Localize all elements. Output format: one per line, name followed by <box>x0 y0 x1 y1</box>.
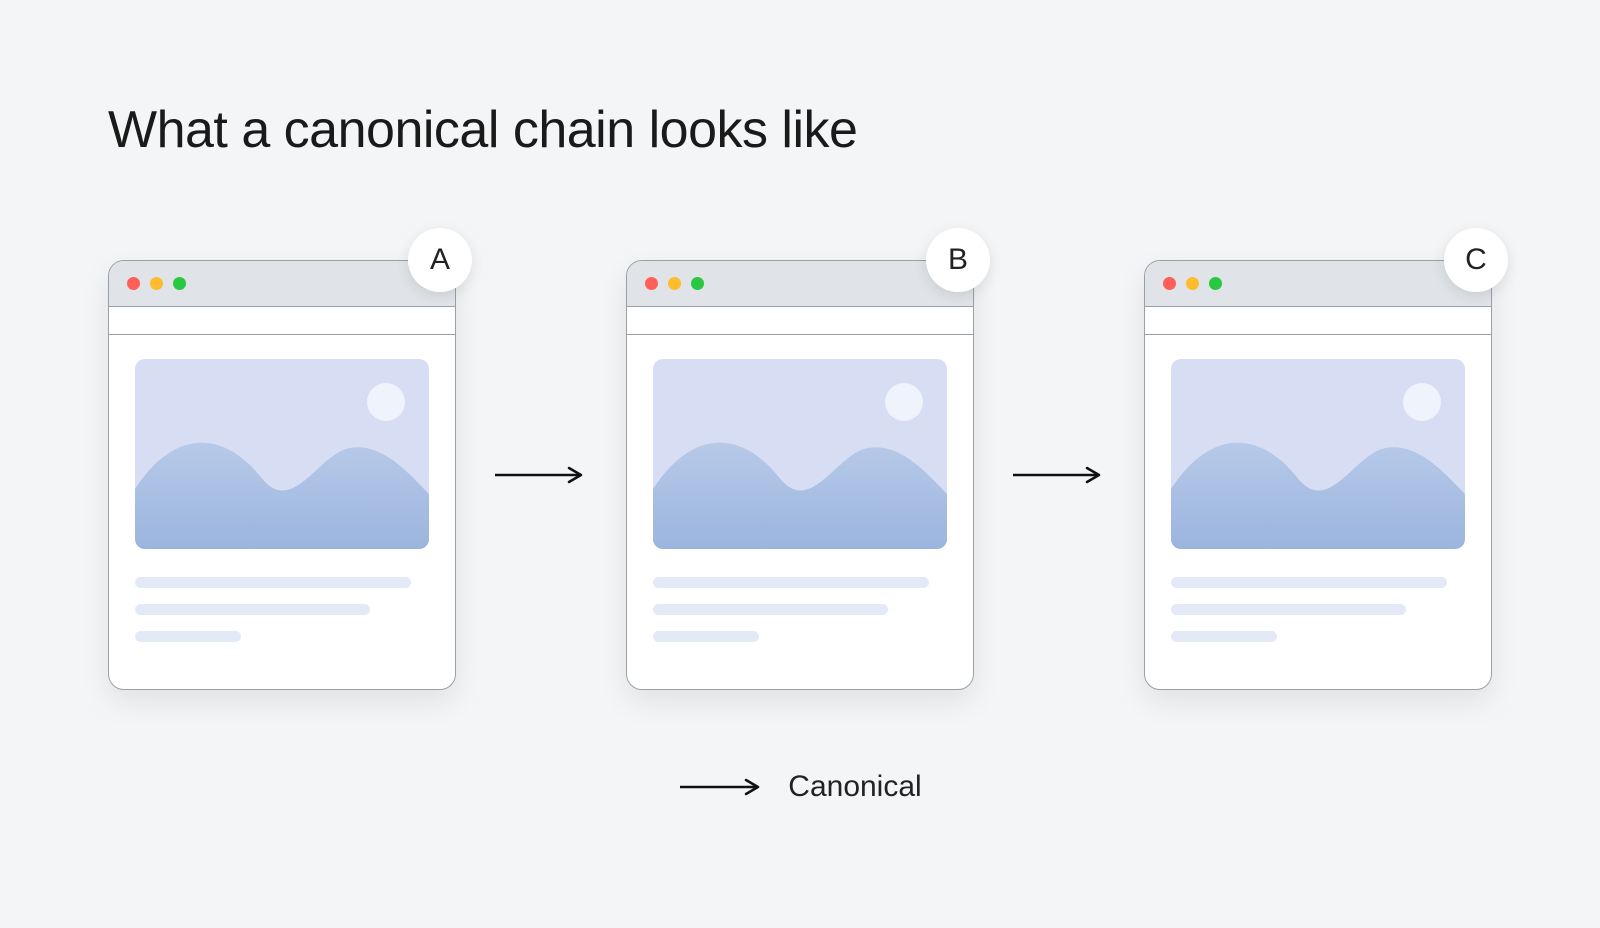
close-dot-icon <box>645 277 658 290</box>
zoom-dot-icon <box>173 277 186 290</box>
sun-icon <box>885 383 923 421</box>
image-placeholder <box>135 359 429 549</box>
minimize-dot-icon <box>1186 277 1199 290</box>
arrow-bc <box>974 465 1144 485</box>
image-placeholder <box>653 359 947 549</box>
page-card-a: A <box>108 260 456 690</box>
page-label-badge: C <box>1444 228 1508 292</box>
page-label-badge: A <box>408 228 472 292</box>
minimize-dot-icon <box>150 277 163 290</box>
window-titlebar <box>1145 261 1491 307</box>
browser-window <box>108 260 456 690</box>
mountain-icon <box>1171 419 1465 549</box>
legend: Canonical <box>0 770 1600 804</box>
page-card-b: B <box>626 260 974 690</box>
browser-window <box>1144 260 1492 690</box>
diagram-title: What a canonical chain looks like <box>108 100 857 160</box>
page-label-badge: B <box>926 228 990 292</box>
page-content <box>627 335 973 678</box>
image-placeholder <box>1171 359 1465 549</box>
close-dot-icon <box>127 277 140 290</box>
minimize-dot-icon <box>668 277 681 290</box>
window-titlebar <box>627 261 973 307</box>
browser-window <box>626 260 974 690</box>
text-placeholder <box>1171 577 1465 642</box>
window-titlebar <box>109 261 455 307</box>
diagram-row: A <box>108 260 1492 690</box>
mountain-icon <box>135 419 429 549</box>
window-toolbar <box>1145 307 1491 335</box>
page-content <box>1145 335 1491 678</box>
window-toolbar <box>627 307 973 335</box>
arrow-ab <box>456 465 626 485</box>
arrow-right-icon <box>491 465 591 485</box>
close-dot-icon <box>1163 277 1176 290</box>
mountain-icon <box>653 419 947 549</box>
arrow-right-icon <box>678 777 768 797</box>
zoom-dot-icon <box>1209 277 1222 290</box>
window-toolbar <box>109 307 455 335</box>
legend-label: Canonical <box>788 770 921 804</box>
sun-icon <box>1403 383 1441 421</box>
arrow-right-icon <box>1009 465 1109 485</box>
page-content <box>109 335 455 678</box>
text-placeholder <box>135 577 429 642</box>
zoom-dot-icon <box>691 277 704 290</box>
text-placeholder <box>653 577 947 642</box>
page-card-c: C <box>1144 260 1492 690</box>
sun-icon <box>367 383 405 421</box>
